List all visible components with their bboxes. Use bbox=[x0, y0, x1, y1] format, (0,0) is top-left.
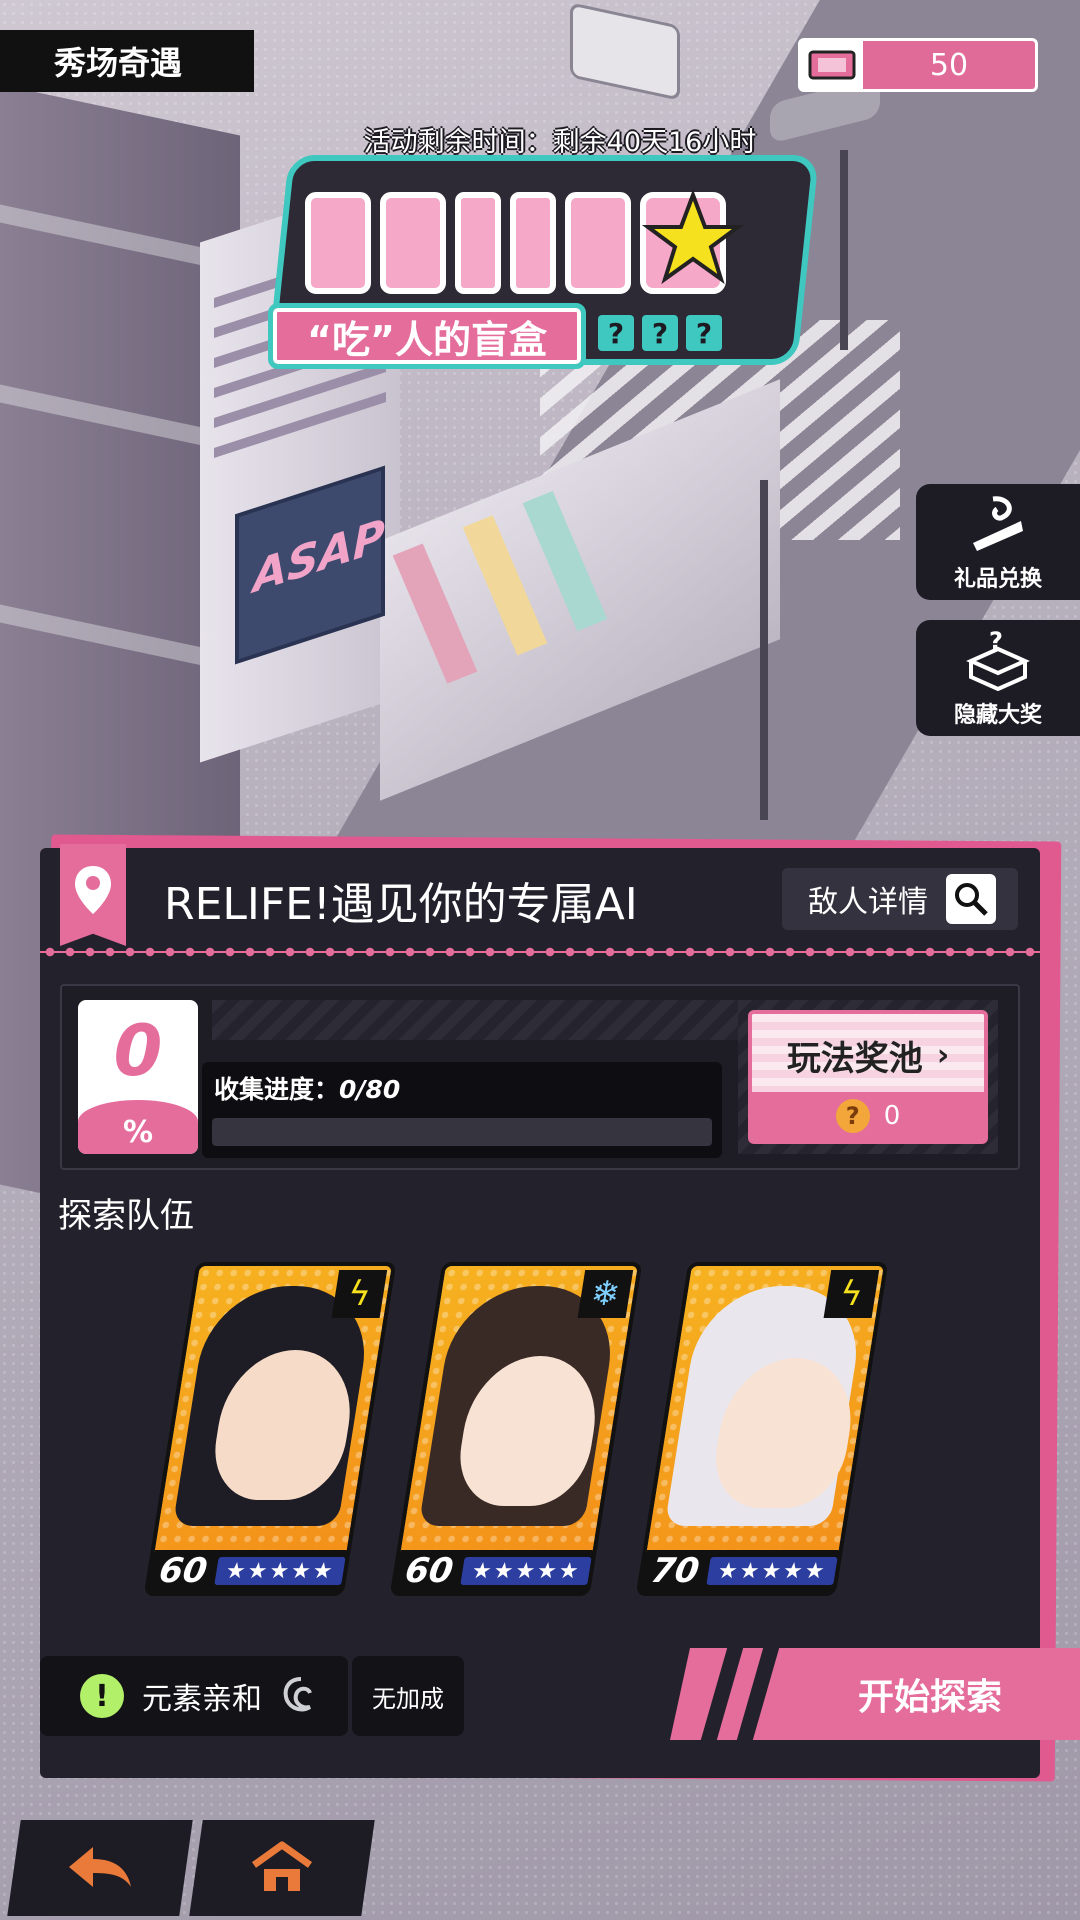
event-logo: “吃”人的盲盒 ? ? ? bbox=[266, 155, 820, 385]
page-tab: 秀场奇遇 bbox=[0, 30, 254, 92]
percent-symbol: % bbox=[122, 1115, 154, 1150]
exclamation-icon: ! bbox=[80, 1674, 124, 1718]
event-timer: 活动剩余时间：剩余40天16小时 bbox=[363, 127, 757, 158]
ticket-counter[interactable]: 50 bbox=[798, 38, 1038, 92]
team-slot-1[interactable]: 60 ★★★★★ ϟ bbox=[143, 1262, 397, 1596]
card-frame: 60 ★★★★★ ❄ bbox=[389, 1262, 643, 1596]
hidden-prize-button[interactable]: ? 隐藏大奖 bbox=[916, 620, 1080, 736]
logo-subtitle: “吃”人的盲盒 bbox=[268, 303, 586, 369]
gift-exchange-label: 礼品兑换 bbox=[953, 567, 1042, 592]
logo-wordmark bbox=[305, 189, 745, 294]
lightning-icon: ϟ bbox=[331, 1270, 388, 1318]
question-mark: ? bbox=[686, 315, 722, 351]
search-icon bbox=[946, 874, 996, 924]
lightning-icon: ϟ bbox=[823, 1270, 880, 1318]
start-explore-label: 开始探索 bbox=[857, 1677, 1002, 1718]
character-level: 60 bbox=[156, 1551, 211, 1591]
back-arrow-icon bbox=[69, 1847, 131, 1887]
question-mark: ? bbox=[642, 315, 678, 351]
start-explore-button[interactable]: 开始探索 bbox=[670, 1648, 1080, 1740]
character-level: 70 bbox=[648, 1551, 703, 1591]
reward-pool-coin-count: 0 bbox=[883, 1101, 901, 1131]
reward-pool-coins: ? 0 bbox=[752, 1092, 984, 1140]
progress-label-text: 收集进度： bbox=[214, 1075, 340, 1104]
reward-pool-button[interactable]: 玩法奖池 › ? 0 bbox=[748, 1010, 988, 1144]
pool-wrap: 玩法奖池 › ? 0 bbox=[738, 1000, 998, 1154]
expedition-panel: RELIFE!遇见你的专属AI 敌人详情 0 % 收集进度：0/80 玩法奖池 … bbox=[40, 844, 1080, 1778]
stage-title: RELIFE!遇见你的专属AI bbox=[164, 879, 638, 930]
percent-value: 0 bbox=[113, 1010, 163, 1092]
hidden-prize-label: 隐藏大奖 bbox=[953, 703, 1042, 728]
element-affinity[interactable]: ! 元素亲和 bbox=[40, 1656, 348, 1736]
card-footer: 70 ★★★★★ bbox=[640, 1550, 839, 1592]
ticket-icon bbox=[801, 41, 863, 89]
reward-pool-label-row: 玩法奖池 › bbox=[752, 1014, 984, 1096]
bonus-status: 无加成 bbox=[352, 1656, 464, 1736]
reward-pool-label: 玩法奖池 bbox=[786, 1038, 923, 1079]
enemy-details-label: 敌人详情 bbox=[808, 885, 928, 920]
question-mark: ? bbox=[598, 315, 634, 351]
street-pole bbox=[840, 150, 848, 350]
street-pole bbox=[760, 480, 768, 820]
progress-label: 收集进度：0/80 bbox=[214, 1070, 400, 1106]
character-level: 60 bbox=[402, 1551, 457, 1591]
location-pin-icon bbox=[60, 844, 126, 946]
swirl-icon bbox=[283, 1677, 312, 1712]
home-button[interactable] bbox=[189, 1820, 375, 1916]
header-divider bbox=[40, 946, 1040, 958]
character-stars: ★★★★★ bbox=[706, 1557, 838, 1585]
hatch-decoration bbox=[212, 1000, 752, 1040]
mystery-box-icon: ? bbox=[966, 627, 1030, 691]
character-stars: ★★★★★ bbox=[214, 1557, 346, 1585]
panel-header: RELIFE!遇见你的专属AI 敌人详情 bbox=[40, 844, 1040, 948]
progress-bar bbox=[212, 1118, 712, 1146]
home-icon bbox=[251, 1841, 313, 1891]
gift-icon bbox=[973, 496, 1023, 551]
card-footer: 60 ★★★★★ bbox=[394, 1550, 593, 1592]
team-slot-2[interactable]: 60 ★★★★★ ❄ bbox=[389, 1262, 643, 1596]
van bbox=[570, 2, 680, 101]
card-footer: 60 ★★★★★ bbox=[148, 1550, 347, 1592]
chevron-right-icon: › bbox=[936, 1037, 950, 1073]
progress-value: 0/80 bbox=[339, 1075, 401, 1104]
enemy-details-button[interactable]: 敌人详情 bbox=[782, 868, 1018, 930]
ticket-count: 50 bbox=[929, 47, 969, 83]
element-affinity-label: 元素亲和 bbox=[142, 1682, 262, 1717]
gift-exchange-button[interactable]: 礼品兑换 bbox=[916, 484, 1080, 600]
card-frame: 70 ★★★★★ ϟ bbox=[635, 1262, 889, 1596]
coin-icon: ? bbox=[835, 1099, 870, 1133]
character-stars: ★★★★★ bbox=[460, 1557, 592, 1585]
ice-icon: ❄ bbox=[577, 1270, 634, 1318]
percent-card: 0 % bbox=[78, 1000, 198, 1154]
back-button[interactable] bbox=[7, 1820, 193, 1916]
team-title: 探索队伍 bbox=[58, 1196, 194, 1236]
card-frame: 60 ★★★★★ ϟ bbox=[143, 1262, 397, 1596]
svg-text:?: ? bbox=[989, 627, 1003, 655]
team-slot-3[interactable]: 70 ★★★★★ ϟ bbox=[635, 1262, 889, 1596]
logo-question-marks: ? ? ? bbox=[598, 315, 722, 351]
progress-strip: 收集进度：0/80 bbox=[202, 1062, 722, 1158]
collection-progress-box: 0 % 收集进度：0/80 玩法奖池 › ? 0 bbox=[60, 984, 1020, 1170]
